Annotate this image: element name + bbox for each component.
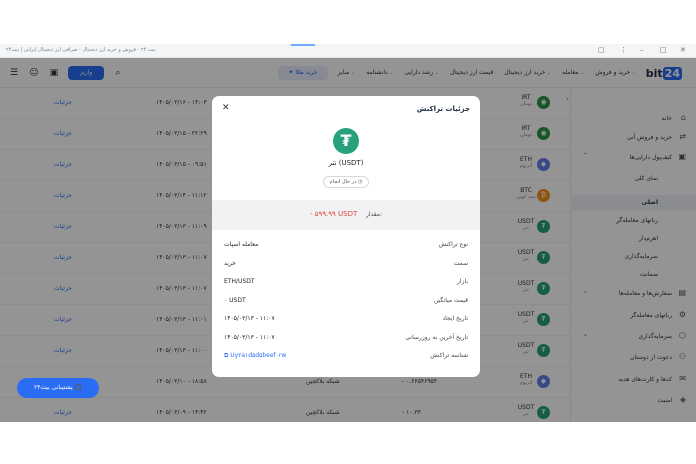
detail-key: تاریخ آخرین به روزرسانی [405, 333, 468, 341]
detail-key: نوع تراکنش [438, 241, 468, 248]
detail-row: قیمت میانگین ۰ USDT [212, 293, 480, 311]
detail-row: سمت خرید [212, 256, 480, 274]
detail-row: تاریخ ایجاد ۱۴۰۵/۰۳/۱۳ - ۱۱:۰۷ [212, 311, 480, 329]
detail-value: ۰ USDT [224, 297, 246, 304]
transaction-id[interactable]: ⧉ Uy۲a۱d۵d۵beef۰rw [224, 352, 286, 360]
detail-row: شناسه تراکنش ⧉ Uy۲a۱d۵d۵beef۰rw [212, 348, 480, 366]
support-button[interactable]: 🎧 پشتیبانی بیت۲۴ [17, 378, 99, 398]
coin-name: تتر (USDT) [328, 159, 364, 167]
status-badge: ◷ در حال انجام [323, 176, 369, 188]
more-icon[interactable]: ⋮ [620, 46, 627, 54]
close-window-icon[interactable]: ✕ [680, 46, 686, 54]
detail-key: بازار [457, 278, 468, 285]
detail-value: معامله اسپات [224, 241, 258, 248]
detail-value-text: Uy۲a۱d۵d۵beef۰rw [230, 352, 287, 359]
detail-value-text: ۰ USDT [224, 296, 246, 304]
detail-value: ETH/USDT [224, 278, 254, 285]
support-label: پشتیبانی بیت۲۴ [33, 384, 73, 391]
detail-value-text: خرید [224, 259, 236, 267]
detail-row: بازار ETH/USDT [212, 274, 480, 292]
browser-chrome: بیت ۲۴ - فروش و خرید ارز دیجیتال - صرافی… [0, 44, 696, 58]
status-label: در حال انجام [329, 179, 357, 185]
modal-title: جزئیات تراکنش [416, 105, 470, 113]
maximize-icon[interactable]: □ [660, 46, 667, 54]
detail-value: خرید [224, 260, 236, 267]
detail-value: ۱۴۰۵/۰۳/۱۳ - ۱۱:۰۷ [224, 334, 275, 341]
detail-value-text: ۱۴۰۵/۰۳/۱۳ - ۱۱:۰۷ [224, 333, 275, 341]
amount-band: مقدار: - ۵۹۹.۹۹ USDT [212, 200, 480, 230]
detail-key: شناسه تراکنش [430, 352, 468, 359]
detail-value: ۱۴۰۵/۰۳/۱۳ - ۱۱:۰۷ [224, 315, 275, 322]
detail-key: سمت [453, 259, 468, 267]
tether-icon: ₮ [333, 128, 359, 154]
browser-titlebar: بیت ۲۴ - فروش و خرید ارز دیجیتال - صرافی… [0, 44, 696, 58]
detail-value-text: معامله اسپات [224, 241, 259, 248]
browser-title: بیت ۲۴ - فروش و خرید ارز دیجیتال - صرافی… [6, 47, 156, 53]
detail-value-text: ۱۴۰۵/۰۳/۱۳ - ۱۱:۰۷ [224, 315, 275, 322]
detail-row: نوع تراکنش معامله اسپات [212, 237, 480, 255]
detail-key: قیمت میانگین [433, 296, 468, 304]
amount-label: مقدار: [366, 211, 382, 218]
amount-value: - ۵۹۹.۹۹ USDT [310, 210, 358, 218]
tab-accent [291, 44, 315, 46]
transaction-details-modal: جزئیات تراکنش ✕ ₮ تتر (USDT) ◷ در حال ان… [212, 96, 480, 377]
detail-row: تاریخ آخرین به روزرسانی ۱۴۰۵/۰۳/۱۳ - ۱۱:۰… [212, 330, 480, 348]
minimize-icon[interactable]: – [640, 46, 644, 54]
close-icon[interactable]: ✕ [222, 103, 230, 113]
copy-icon[interactable]: ▢ [598, 46, 605, 54]
detail-value-text: ETH/USDT [224, 278, 255, 285]
detail-key: تاریخ ایجاد [442, 315, 468, 322]
